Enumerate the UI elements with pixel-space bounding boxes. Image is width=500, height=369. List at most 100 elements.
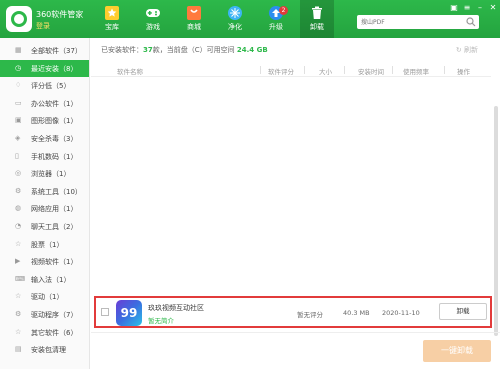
column-divider [392,66,393,74]
sidebar-item[interactable]: ◈ 安全杀毒（3） [0,130,89,148]
scrollbar[interactable] [494,106,498,336]
chat-icon: ◔ [15,222,22,230]
nav-tab-baoku[interactable]: 宝库 [95,4,129,38]
sidebar-item[interactable]: ◎ 浏览器（1） [0,165,89,183]
thumbs-down-icon: ♢ [15,81,22,90]
sidebar-item-label: 其它软件（6） [31,328,78,337]
sidebar-item[interactable]: ☆ 其它软件（6） [0,324,89,342]
category-sidebar: ▦ 全部软件（37） ◷ 最近安装（8） ♢ 评分低（5） ▭ 办公软件（1） ▣ 图形图像（1）… [0,38,90,369]
batch-uninstall-button[interactable]: 一键卸载 [423,340,491,362]
installed-count: 37 [143,46,153,54]
sidebar-item-label: 全部软件（37） [31,47,82,55]
sidebar-item[interactable]: ⚙ 系统工具（10） [0,183,89,201]
sidebar-item[interactable]: ♢ 评分低（5） [0,77,89,95]
search-icon[interactable] [466,17,476,27]
sidebar-item-label: 输入法（1） [31,275,71,284]
sidebar-item[interactable]: ▣ 图形图像（1） [0,112,89,130]
sidebar-item-label: 股票（1） [31,240,64,249]
sidebar-item[interactable]: ◍ 网络应用（1） [0,200,89,218]
nav-tab-upgrade[interactable]: 2 升级 [259,4,293,38]
col-action: 操作 [457,68,470,76]
sidebar-item-label: 安装包清理 [31,346,66,355]
close-icon[interactable]: ✕ [488,3,498,13]
app-title: 玖玖视频互动社区 [148,304,204,312]
sidebar-item-label: 最近安装（8） [31,64,78,73]
refresh-label: 刷新 [464,46,478,54]
clean-icon [228,6,242,20]
sidebar-item-label: 评分低（5） [31,82,71,91]
sidebar-item-label: 手机数码（1） [31,152,78,161]
app-logo [6,6,32,32]
trash-icon [312,6,322,19]
refresh-button[interactable]: ↻ 刷新 [456,45,478,55]
globe-icon: ◍ [15,204,22,213]
nav-tab-shop[interactable]: 商城 [177,4,211,38]
search-box[interactable] [357,15,479,29]
col-size[interactable]: 大小 [319,66,332,76]
nav-label: 游戏 [146,23,160,31]
nav-tab-clean[interactable]: 净化 [218,4,252,38]
sidebar-item[interactable]: ☆ 股票（1） [0,236,89,254]
nav-label: 宝库 [105,23,119,31]
sidebar-item[interactable]: ☆ 驱动（1） [0,288,89,306]
keyboard-icon: ⌨ [15,274,26,283]
col-date[interactable]: 安装时间 [358,66,384,76]
sidebar-item-label: 驱动程序（7） [31,311,78,319]
column-divider [444,66,445,74]
gamepad-icon [146,9,160,17]
app-icon: 99 [116,300,142,326]
sidebar-item[interactable]: ▤ 安装包清理 [0,341,89,359]
table-header: 软件名称 软件评分 大小 安装时间 使用频率 操作 [91,64,491,77]
sidebar-item-label: 视频软件（1） [31,258,78,267]
app-name: 360软件管家 [36,10,84,19]
refresh-icon: ↻ [455,46,462,54]
minimize-icon[interactable]: – [475,3,485,13]
sidebar-item-label: 图形图像（1） [31,117,78,126]
phone-icon: ▯ [15,151,19,160]
uninstall-button[interactable]: 卸载 [439,303,487,320]
login-link[interactable]: 登录 [36,21,50,31]
sidebar-item[interactable]: ▶ 视频软件（1） [0,253,89,271]
sidebar-item[interactable]: ⌨ 输入法（1） [0,271,89,289]
sidebar-item[interactable]: ⚙ 驱动程序（7） [0,306,89,324]
nav-label: 升级 [269,23,283,31]
nav-label: 卸载 [310,23,324,31]
browser-icon: ◎ [15,169,22,178]
star-icon [105,6,119,20]
sidebar-item[interactable]: ▦ 全部软件（37） [0,42,89,60]
star-outline-icon: ☆ [15,239,22,248]
search-input[interactable] [361,17,457,27]
app-icon-text: 99 [120,306,138,320]
grid-icon: ▦ [15,46,22,54]
row-checkbox[interactable] [101,308,109,316]
app-rating: 暂无评分 [297,311,323,319]
app-description: 暂无简介 [148,317,174,325]
nav-label: 净化 [228,23,242,31]
col-rating[interactable]: 软件评分 [268,66,294,76]
column-divider [344,66,345,74]
app-size: 40.3 MB [343,309,370,317]
image-icon: ▣ [15,116,22,125]
table-row[interactable]: 99 玖玖视频互动社区 暂无简介 暂无评分 40.3 MB 2020-11-10… [94,296,492,328]
update-count-badge: 2 [279,6,288,15]
sidebar-item-label: 聊天工具（2） [31,223,78,231]
nav-tab-uninstall[interactable]: 卸载 [300,0,334,38]
sidebar-item[interactable]: ◷ 最近安装（8） [0,59,89,78]
sidebar-item[interactable]: ▯ 手机数码（1） [0,148,89,166]
column-divider [260,66,261,74]
col-frequency[interactable]: 使用频率 [403,66,429,76]
sidebar-item-label: 网络应用（1） [31,205,78,214]
divider [91,332,500,333]
video-icon: ▶ [15,257,21,266]
package-icon: ▤ [15,345,22,354]
nav-label: 商城 [187,23,201,31]
sidebar-item-label: 驱动（1） [31,293,64,302]
col-name[interactable]: 软件名称 [117,66,143,76]
sidebar-item[interactable]: ▭ 办公软件（1） [0,95,89,113]
briefcase-icon: ▭ [15,98,22,107]
menu-icon[interactable]: ≡ [462,3,472,13]
nav-tab-games[interactable]: 游戏 [136,4,170,38]
shop-icon [187,6,201,20]
sidebar-item[interactable]: ◔ 聊天工具（2） [0,218,89,236]
skin-icon[interactable]: ▣ [449,3,459,13]
